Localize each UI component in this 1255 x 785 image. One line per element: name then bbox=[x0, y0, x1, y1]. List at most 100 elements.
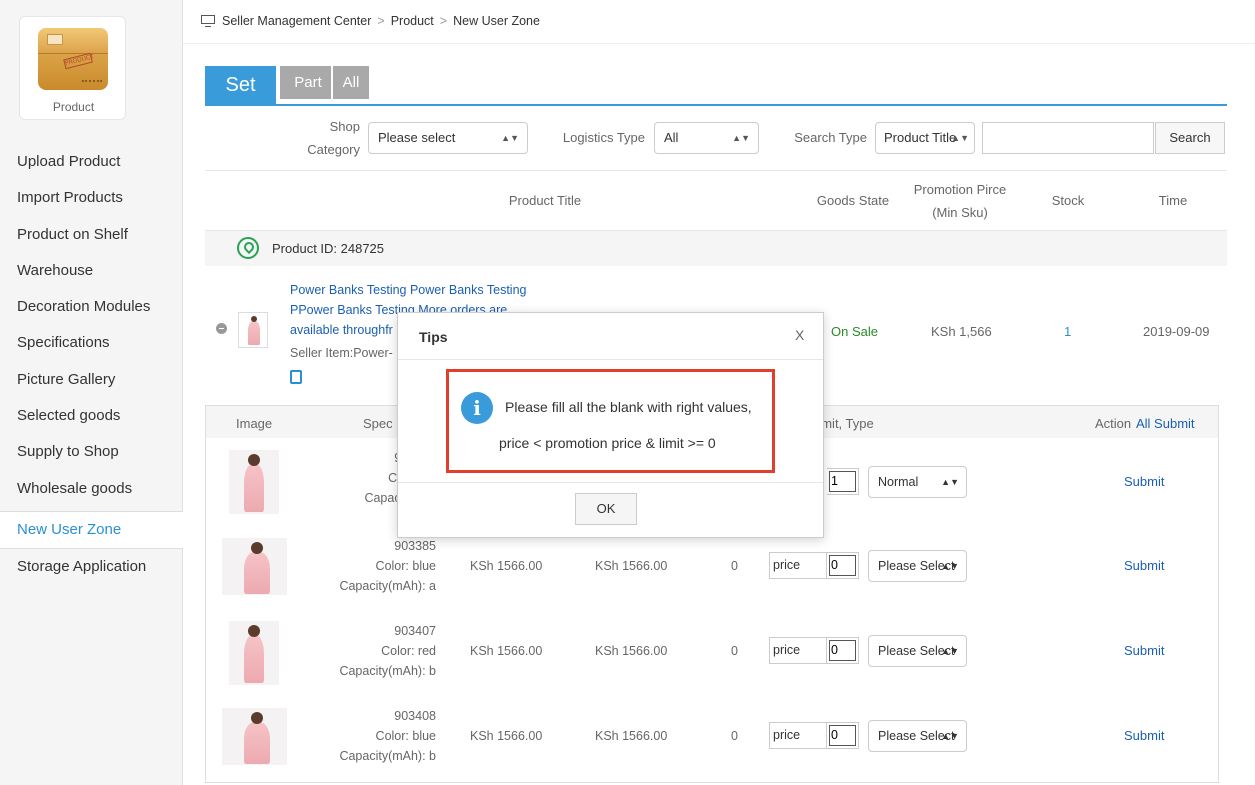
header-min-sku: (Min Sku) bbox=[932, 205, 988, 220]
sku-promo-price: KSh 1566.00 bbox=[595, 644, 668, 658]
submit-link[interactable]: Submit bbox=[1124, 728, 1164, 743]
shop-category-value: Please select bbox=[378, 130, 456, 145]
message-line: Please fill all the blank with right val… bbox=[505, 399, 752, 415]
search-input[interactable] bbox=[982, 122, 1154, 154]
collapse-icon[interactable] bbox=[216, 323, 227, 334]
type-select[interactable]: Please Select ▲▼ bbox=[868, 635, 967, 667]
submit-link[interactable]: Submit bbox=[1124, 643, 1164, 658]
product-id-row: Product ID: 248725 bbox=[205, 231, 1227, 266]
header-product-title: Product Title bbox=[508, 193, 582, 208]
divider bbox=[205, 170, 1227, 171]
sidebar: PRODUCT Product Upload Product Import Pr… bbox=[0, 0, 183, 785]
logistics-type-select[interactable]: All ▲▼ bbox=[654, 122, 759, 154]
select-arrows-icon: ▲▼ bbox=[941, 731, 959, 741]
limit-input[interactable]: 0 bbox=[827, 637, 859, 664]
breadcrumb-product[interactable]: Product bbox=[391, 14, 434, 28]
sku-id: 903407 bbox=[394, 624, 436, 638]
limit-input[interactable]: 1 bbox=[827, 468, 859, 495]
sidebar-item-upload-product[interactable]: Upload Product bbox=[0, 144, 183, 180]
header-time: Time bbox=[1158, 193, 1188, 208]
sidebar-item-product-on-shelf[interactable]: Product on Shelf bbox=[0, 217, 183, 253]
submit-link[interactable]: Submit bbox=[1124, 558, 1164, 573]
shop-category-select[interactable]: Please select ▲▼ bbox=[368, 122, 528, 154]
sidebar-item-new-user-zone[interactable]: New User Zone bbox=[0, 510, 183, 549]
tab-set[interactable]: Set bbox=[205, 66, 276, 104]
sidebar-item-picture-gallery[interactable]: Picture Gallery bbox=[0, 362, 183, 398]
price-input[interactable]: price bbox=[769, 722, 827, 749]
limit-value: 0 bbox=[831, 728, 838, 742]
type-select[interactable]: Please Select ▲▼ bbox=[868, 720, 967, 752]
seller-item: Seller Item:Power- bbox=[290, 346, 393, 360]
sku-color: Color: red bbox=[381, 644, 436, 658]
sidebar-item-selected-goods[interactable]: Selected goods bbox=[0, 398, 183, 434]
breadcrumb: Seller Management Center > Product > New… bbox=[201, 14, 540, 28]
limit-value: 0 bbox=[831, 558, 838, 572]
sku-image bbox=[222, 538, 287, 595]
search-type-value: Product Title bbox=[884, 130, 957, 145]
sku-image bbox=[222, 708, 287, 765]
dialog-title: Tips bbox=[419, 329, 448, 345]
sku-header-action: Action bbox=[1095, 416, 1132, 431]
sidebar-item-import-products[interactable]: Import Products bbox=[0, 180, 183, 216]
message-line: price < promotion price & limit >= 0 bbox=[499, 435, 716, 451]
sidebar-item-supply-to-shop[interactable]: Supply to Shop bbox=[0, 434, 183, 470]
limit-input[interactable]: 0 bbox=[827, 722, 859, 749]
sku-spec: 903408 Color: blue Capacity(mAh): b bbox=[326, 706, 436, 766]
breadcrumb-separator: > bbox=[377, 14, 385, 28]
sku-price: KSh 1566.00 bbox=[470, 644, 543, 658]
sku-spec: 903407 Color: red Capacity(mAh): b bbox=[326, 621, 436, 681]
sku-header-spec: Spec bbox=[363, 416, 393, 431]
sidebar-item-storage-application[interactable]: Storage Application bbox=[0, 549, 183, 585]
type-value: Normal bbox=[878, 475, 919, 489]
search-button[interactable]: Search bbox=[1155, 122, 1225, 154]
product-title-line: Power Banks Testing Power Banks Testing bbox=[290, 283, 527, 297]
breadcrumb-seller-center[interactable]: Seller Management Center bbox=[222, 14, 371, 28]
submit-link[interactable]: Submit bbox=[1124, 474, 1164, 489]
type-select[interactable]: Normal ▲▼ bbox=[868, 466, 967, 498]
sidebar-item-wholesale-goods[interactable]: Wholesale goods bbox=[0, 471, 183, 507]
sidebar-item-warehouse[interactable]: Warehouse bbox=[0, 253, 183, 289]
tab-bar: Set Part All bbox=[205, 66, 1227, 106]
search-type-select[interactable]: Product Title ▲▼ bbox=[875, 122, 975, 154]
product-thumbnail[interactable] bbox=[238, 312, 268, 348]
table-row: 903408 Color: blue Capacity(mAh): b KSh … bbox=[206, 706, 1218, 785]
info-icon: i bbox=[461, 392, 493, 424]
app-name: Product bbox=[52, 100, 95, 114]
sku-color: Color: blue bbox=[375, 729, 436, 743]
sku-price: KSh 1566.00 bbox=[470, 559, 543, 573]
monitor-icon bbox=[201, 15, 215, 27]
limit-value: 0 bbox=[831, 643, 838, 657]
sku-capacity: Capacity(mAh): b bbox=[339, 749, 436, 763]
tab-all[interactable]: All bbox=[331, 66, 369, 99]
tablet-icon[interactable] bbox=[290, 370, 302, 384]
tips-dialog: Tips X i Please fill all the blank with … bbox=[397, 312, 824, 538]
time-value: 2019-09-09 bbox=[1143, 324, 1210, 339]
type-select[interactable]: Please Select ▲▼ bbox=[868, 550, 967, 582]
sku-header-image: Image bbox=[236, 416, 273, 431]
sidebar-item-decoration-modules[interactable]: Decoration Modules bbox=[0, 289, 183, 325]
sku-color: Color: blue bbox=[375, 559, 436, 573]
table-row: 903385 Color: blue Capacity(mAh): a KSh … bbox=[206, 536, 1218, 621]
price-input[interactable]: price bbox=[769, 637, 827, 664]
ok-button[interactable]: OK bbox=[575, 493, 637, 525]
sku-spec: 903385 Color: blue Capacity(mAh): a bbox=[326, 536, 436, 596]
close-button[interactable]: X bbox=[795, 327, 804, 343]
header-promotion-price: Promotion Pirce bbox=[913, 182, 1007, 197]
select-arrows-icon: ▲▼ bbox=[941, 477, 959, 487]
tab-part[interactable]: Part bbox=[280, 66, 336, 99]
limit-input[interactable]: 0 bbox=[827, 552, 859, 579]
sku-image bbox=[229, 621, 279, 685]
price-input[interactable]: price bbox=[769, 552, 827, 579]
header-goods-state: Goods State bbox=[816, 193, 890, 208]
sku-price: KSh 1566.00 bbox=[470, 729, 543, 743]
sku-promo-price: KSh 1566.00 bbox=[595, 559, 668, 573]
breadcrumb-separator: > bbox=[439, 14, 448, 28]
logistics-type-value: All bbox=[664, 130, 679, 145]
sku-id: 903408 bbox=[394, 709, 436, 723]
stock-link[interactable]: 1 bbox=[1064, 324, 1071, 339]
sku-count: 0 bbox=[731, 729, 738, 743]
product-app-card[interactable]: PRODUCT Product bbox=[19, 16, 126, 120]
sidebar-item-specifications[interactable]: Specifications bbox=[0, 325, 183, 361]
all-submit-link[interactable]: All Submit bbox=[1136, 416, 1195, 431]
select-arrows-icon: ▲▼ bbox=[732, 133, 750, 143]
